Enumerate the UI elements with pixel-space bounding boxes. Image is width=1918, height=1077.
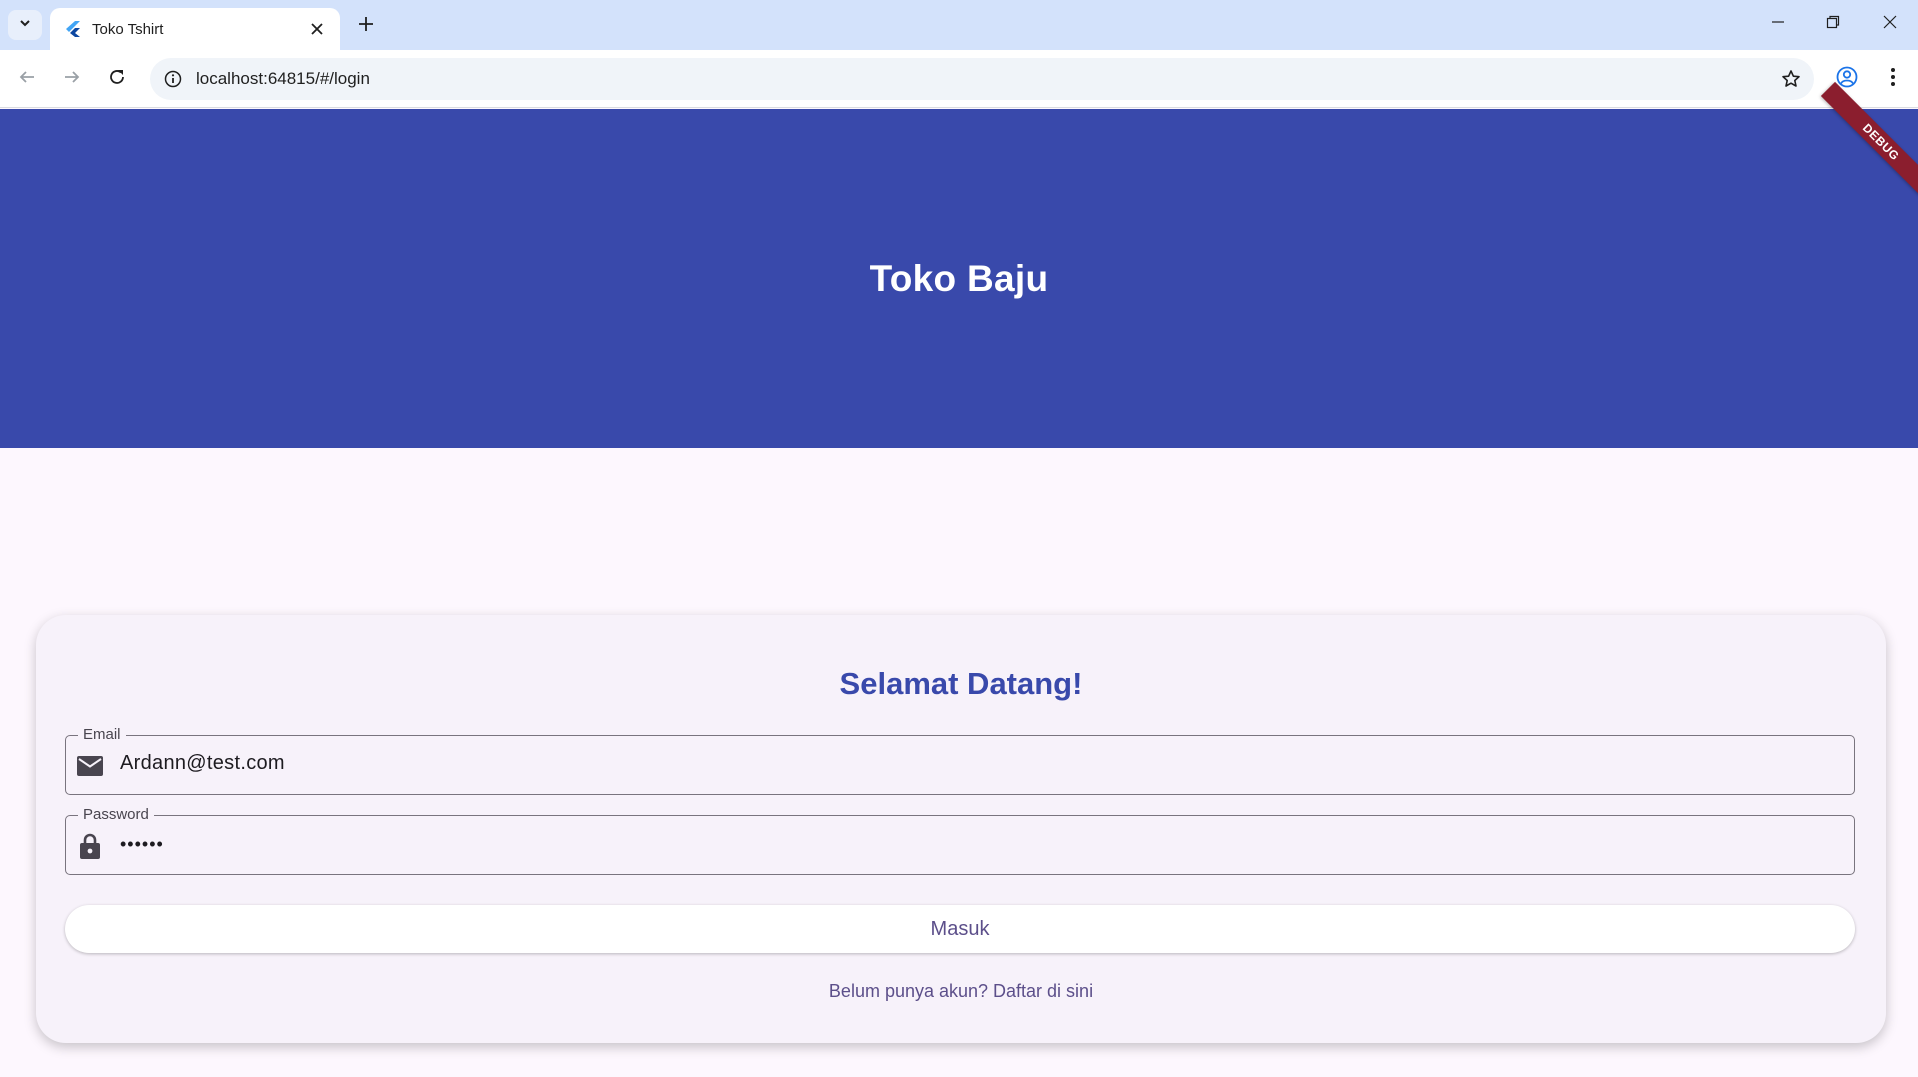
lock-icon [76, 832, 104, 860]
site-info-icon[interactable] [150, 58, 196, 100]
browser-tab-strip: Toko Tshirt [0, 0, 1918, 50]
login-card: Selamat Datang! Email Ardann@test.com Pa… [36, 615, 1886, 1043]
restore-icon [1826, 15, 1840, 34]
app-bar: Toko Baju [0, 109, 1918, 448]
reload-icon [108, 68, 126, 91]
close-icon [1883, 15, 1897, 34]
close-window-button[interactable] [1870, 8, 1910, 40]
forward-button[interactable] [55, 62, 89, 96]
register-link[interactable]: Belum punya akun? Daftar di sini [36, 981, 1886, 1002]
arrow-right-icon [63, 68, 81, 91]
email-field[interactable]: Email Ardann@test.com [65, 726, 1855, 795]
password-field-label: Password [78, 806, 154, 823]
mail-icon [76, 752, 104, 780]
url-text: localhost:64815/#/login [196, 69, 370, 88]
plus-icon [358, 16, 374, 37]
login-button[interactable]: Masuk [65, 905, 1855, 953]
page-title: Toko Baju [869, 257, 1049, 299]
browser-toolbar: localhost:64815/#/login [0, 50, 1918, 108]
restore-window-button[interactable] [1813, 8, 1853, 40]
browser-menu-button[interactable] [1876, 62, 1910, 96]
email-field-value: Ardann@test.com [120, 752, 285, 774]
new-tab-button[interactable] [352, 12, 380, 40]
minimize-icon [1771, 15, 1785, 34]
welcome-heading: Selamat Datang! [839, 666, 1083, 701]
tab-search-button[interactable] [8, 10, 42, 40]
bookmark-star-icon[interactable] [1768, 58, 1814, 100]
chevron-down-icon [18, 16, 32, 35]
back-button[interactable] [10, 62, 44, 96]
arrow-left-icon [18, 68, 36, 91]
close-tab-icon[interactable] [306, 18, 328, 40]
browser-tab-active[interactable]: Toko Tshirt [50, 8, 340, 50]
password-field-value: •••••• [120, 834, 164, 854]
minimize-window-button[interactable] [1758, 8, 1798, 40]
flutter-favicon-icon [64, 20, 82, 38]
address-bar[interactable]: localhost:64815/#/login [150, 58, 1814, 100]
email-field-label: Email [78, 726, 126, 743]
more-vert-icon [1890, 67, 1896, 92]
password-field[interactable]: Password •••••• [65, 806, 1855, 875]
reload-button[interactable] [100, 62, 134, 96]
tab-title: Toko Tshirt [92, 20, 164, 38]
